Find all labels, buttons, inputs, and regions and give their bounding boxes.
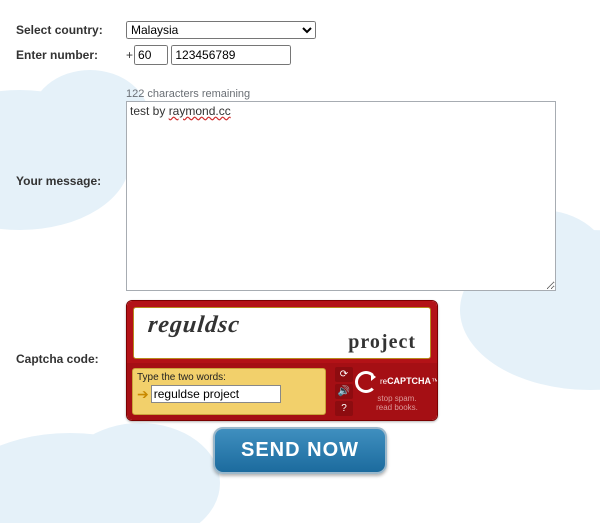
recaptcha-prompt: Type the two words: — [137, 372, 321, 383]
country-code-input[interactable] — [134, 45, 168, 65]
recaptcha-entry-box: Type the two words: ➔ — [132, 368, 326, 415]
char-counter: 122 characters remaining — [126, 88, 584, 100]
recaptcha-audio-button[interactable]: 🔊 — [335, 384, 353, 399]
recaptcha-widget: reguldsc project Type the two words: ➔ — [126, 300, 438, 421]
recaptcha-help-button[interactable]: ? — [335, 401, 353, 416]
phone-number-input[interactable] — [171, 45, 291, 65]
captcha-label: Captcha code: — [12, 294, 122, 424]
country-select[interactable]: Malaysia — [126, 21, 316, 39]
recaptcha-logo-text: reCAPTCHA™ — [380, 377, 438, 386]
recaptcha-controls: Type the two words: ➔ ⟳ 🔊 ? — [127, 363, 437, 420]
message-label: Your message: — [12, 68, 122, 294]
message-text-plain: test by — [130, 104, 169, 118]
plus-sign: + — [126, 48, 133, 62]
recaptcha-input[interactable] — [151, 385, 281, 403]
message-text-spellflag: raymond.cc — [169, 104, 231, 118]
recaptcha-tagline: stop spam.read books. — [376, 395, 418, 413]
recaptcha-image-area: reguldsc project — [127, 301, 437, 363]
recaptcha-refresh-button[interactable]: ⟳ — [335, 367, 353, 382]
recaptcha-brand: reCAPTCHA™ stop spam.read books. — [357, 363, 437, 420]
recaptcha-challenge-image: reguldsc project — [133, 307, 431, 359]
send-button[interactable]: SEND NOW — [213, 427, 387, 474]
recaptcha-logo-icon — [355, 371, 377, 393]
recaptcha-buttons: ⟳ 🔊 ? — [331, 363, 357, 420]
country-label: Select country: — [12, 18, 122, 42]
captcha-word-2: project — [348, 331, 416, 354]
sms-form-page: Select country: Malaysia Enter number: +… — [0, 0, 600, 523]
arrow-icon: ➔ — [137, 387, 149, 401]
captcha-word-1: reguldsc — [147, 312, 242, 339]
number-label: Enter number: — [12, 42, 122, 68]
message-textarea[interactable]: test by raymond.cc — [126, 101, 556, 291]
